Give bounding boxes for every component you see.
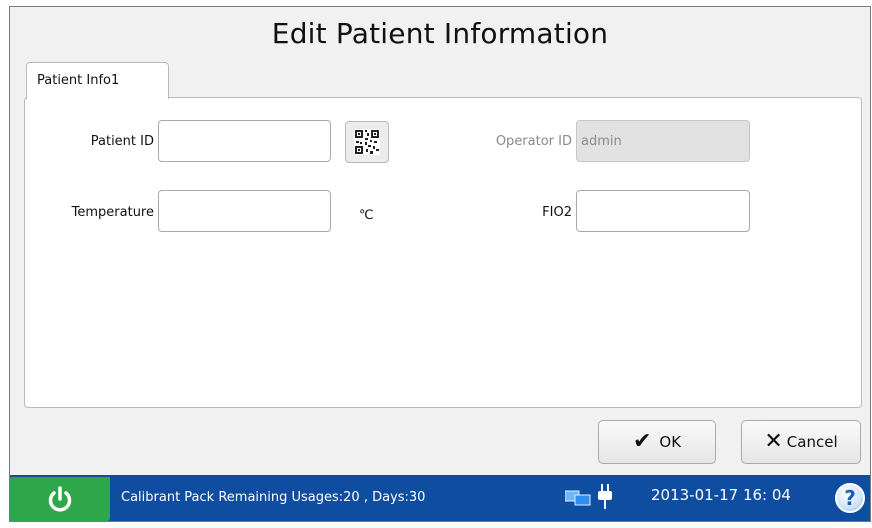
help-icon: ? [844, 486, 856, 510]
temperature-unit: ℃ [359, 208, 374, 223]
cancel-button[interactable]: ✕ Cancel [741, 420, 861, 464]
power-plug-icon [598, 484, 612, 509]
operator-id-label: Operator ID [495, 134, 572, 149]
fio2-input[interactable] [576, 190, 750, 232]
dialog-title: Edit Patient Information [271, 17, 609, 50]
temperature-input[interactable] [158, 190, 331, 232]
edit-patient-dialog: Edit Patient Information Patient Info1 P… [9, 6, 871, 522]
operator-id-input [576, 120, 750, 162]
status-bar: Calibrant Pack Remaining Usages:20 , Day… [10, 475, 870, 521]
ok-button[interactable]: ✔ OK [598, 420, 716, 464]
x-icon: ✕ [764, 429, 783, 454]
qr-code-icon [354, 129, 380, 155]
checkmark-icon: ✔ [632, 429, 652, 454]
power-button[interactable] [10, 477, 110, 521]
cancel-label: Cancel [786, 433, 838, 451]
network-icon [565, 490, 591, 506]
tab-patient-info1[interactable]: Patient Info1 [26, 62, 169, 99]
patient-id-input[interactable] [158, 120, 331, 162]
power-icon [48, 486, 72, 512]
ok-label: OK [659, 433, 682, 451]
fio2-label: FIO2 [542, 205, 572, 220]
temperature-label: Temperature [71, 205, 154, 220]
datetime: 2013-01-17 16: 04 [651, 486, 791, 504]
patient-id-label: Patient ID [90, 134, 154, 149]
scan-barcode-button[interactable] [345, 121, 389, 163]
help-button[interactable]: ? [835, 483, 865, 513]
calibrant-status-text: Calibrant Pack Remaining Usages:20 , Day… [121, 490, 426, 505]
